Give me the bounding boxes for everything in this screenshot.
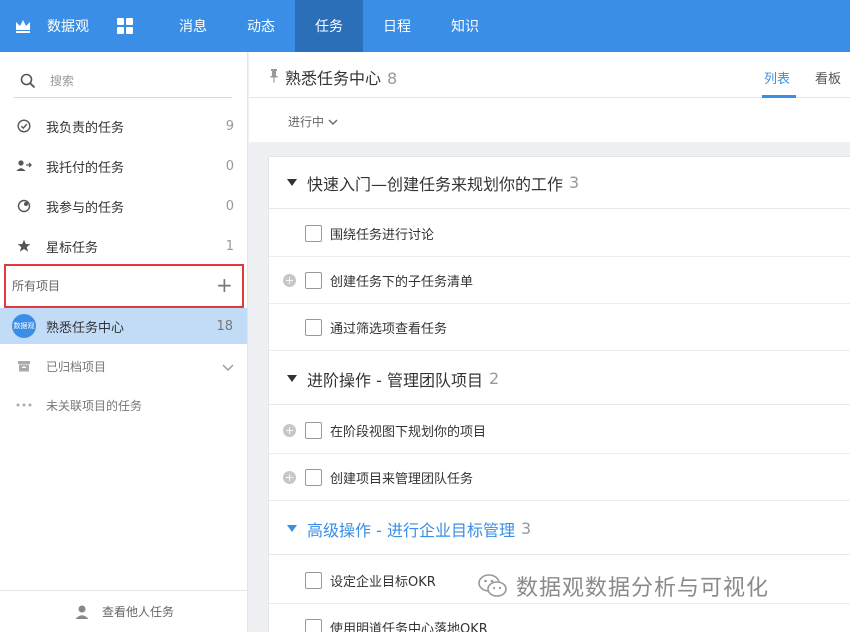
tab-board[interactable]: 看板 [815,68,841,87]
task-group-header[interactable]: 进阶操作 - 管理团队项目 2 [269,353,850,405]
task-list-panel: 快速入门—创建任务来规划你的工作 3 围绕任务进行讨论 + 创建任务下的子任务清… [268,156,850,632]
crown-icon [14,17,32,35]
search-icon [20,73,36,88]
nav-messages[interactable]: 消息 [159,0,227,52]
brand[interactable]: 数据观 [0,0,89,52]
task-checkbox[interactable] [305,224,322,242]
sidebar-item-label: 星标任务 [46,240,99,256]
apps-grid-icon[interactable] [117,18,133,34]
page-title: 熟悉任务中心 8 [285,65,397,89]
user-forward-icon [16,158,32,174]
status-filter-dropdown[interactable]: 进行中 [288,113,338,130]
search-box[interactable]: 搜索 [14,64,232,98]
group-title: 高级操作 - 进行企业目标管理 [307,520,515,540]
task-label[interactable]: 创建项目来管理团队任务 [330,468,473,487]
archive-icon [16,358,32,374]
group-count: 3 [520,519,532,538]
task-row[interactable]: + 创建项目来管理团队任务 [269,454,850,501]
status-filter-label: 进行中 [288,115,325,129]
sidebar-item-my-tasks[interactable]: 我负责的任务 9 [0,106,248,146]
sidebar-archived-projects[interactable]: 已归档项目 [0,348,248,384]
sidebar-unlinked-tasks[interactable]: 未关联项目的任务 [0,387,248,423]
task-label[interactable]: 设定企业目标OKR [330,571,436,590]
add-subtask-icon[interactable]: + [283,470,296,484]
task-label[interactable]: 围绕任务进行讨论 [330,224,434,243]
task-group-header[interactable]: 高级操作 - 进行企业目标管理 3 [269,503,850,555]
person-icon [75,605,89,619]
task-row[interactable]: 通过筛选项查看任务 [269,304,850,351]
task-label[interactable]: 在阶段视图下规划你的项目 [330,421,486,440]
chevron-down-icon[interactable] [222,357,234,376]
sidebar-item-starred[interactable]: 星标任务 1 [0,226,248,266]
add-subtask-icon[interactable]: + [283,273,296,287]
task-row[interactable]: + 在阶段视图下规划你的项目 [269,407,850,454]
add-subtask-icon[interactable]: + [283,423,296,437]
task-label[interactable]: 通过筛选项查看任务 [330,318,447,337]
project-count: 18 [216,318,233,334]
task-checkbox[interactable] [305,618,322,632]
task-checkbox[interactable] [305,468,322,486]
tab-list[interactable]: 列表 [764,68,790,87]
brand-name: 数据观 [47,19,89,35]
task-label[interactable]: 创建任务下的子任务清单 [330,271,473,290]
add-project-button[interactable]: + [216,275,233,295]
sidebar-item-participating[interactable]: 我参与的任务 0 [0,186,248,226]
sidebar-item-count: 1 [225,238,234,254]
collapse-triangle-icon[interactable] [287,375,297,382]
check-circle-icon [16,118,32,134]
sidebar-item-delegated[interactable]: 我托付的任务 0 [0,146,248,186]
group-count: 2 [488,369,500,388]
sidebar-item-count: 0 [225,198,234,214]
main-header: 熟悉任务中心 8 列表 看板 [249,52,850,98]
star-icon [16,238,32,254]
task-checkbox[interactable] [305,318,322,336]
archived-label: 已归档项目 [46,359,107,374]
filter-bar: 进行中 [249,98,850,142]
wechat-icon [478,574,507,597]
sidebar-project-item[interactable]: 数据观 熟悉任务中心 18 [0,308,247,344]
watermark-text: 数据观数据分析与可视化 [516,576,770,601]
chevron-down-icon [328,119,338,125]
group-count: 3 [569,173,580,192]
pin-icon[interactable] [269,68,279,87]
group-title: 快速入门—创建任务来规划你的工作 [307,174,564,194]
more-dots-icon [16,397,32,413]
view-others-tasks-button[interactable]: 查看他人任务 [0,590,248,632]
nav-feed[interactable]: 动态 [227,0,295,52]
unlinked-label: 未关联项目的任务 [46,398,143,413]
collapse-triangle-icon[interactable] [287,525,297,532]
task-label[interactable]: 使用明道任务中心落地OKR [330,618,488,632]
participate-icon [16,198,32,214]
nav-calendar[interactable]: 日程 [363,0,431,52]
task-row[interactable]: 使用明道任务中心落地OKR [269,604,850,632]
page-title-text: 熟悉任务中心 [285,69,382,88]
task-checkbox[interactable] [305,271,322,289]
sidebar-item-label: 我参与的任务 [46,200,125,216]
sidebar-item-label: 我负责的任务 [46,120,125,136]
task-checkbox[interactable] [305,571,322,589]
watermark: 数据观数据分析与可视化 [478,570,769,602]
nav-knowledge[interactable]: 知识 [431,0,499,52]
task-row[interactable]: + 创建任务下的子任务清单 [269,257,850,304]
page-title-count: 8 [387,69,398,88]
projects-section-title: 所有项目 [12,279,61,293]
task-checkbox[interactable] [305,421,322,439]
task-group-header[interactable]: 快速入门—创建任务来规划你的工作 3 [269,157,850,209]
task-row[interactable]: 围绕任务进行讨论 [269,210,850,257]
sidebar-item-count: 9 [225,118,234,134]
project-name: 熟悉任务中心 [46,320,125,336]
group-title: 进阶操作 - 管理团队项目 [307,370,483,390]
project-avatar: 数据观 [12,314,36,338]
sidebar: 搜索 我负责的任务 9 我托付的任务 0 我参与的任务 0 星标任务 1 所有项… [0,52,248,632]
search-input[interactable]: 搜索 [50,72,74,89]
collapse-triangle-icon[interactable] [287,179,297,186]
footer-label: 查看他人任务 [101,605,174,619]
nav-tasks[interactable]: 任务 [295,0,363,52]
top-navbar: 数据观 消息 动态 任务 日程 知识 [0,0,850,52]
sidebar-item-label: 我托付的任务 [46,160,125,176]
sidebar-item-count: 0 [225,158,234,174]
